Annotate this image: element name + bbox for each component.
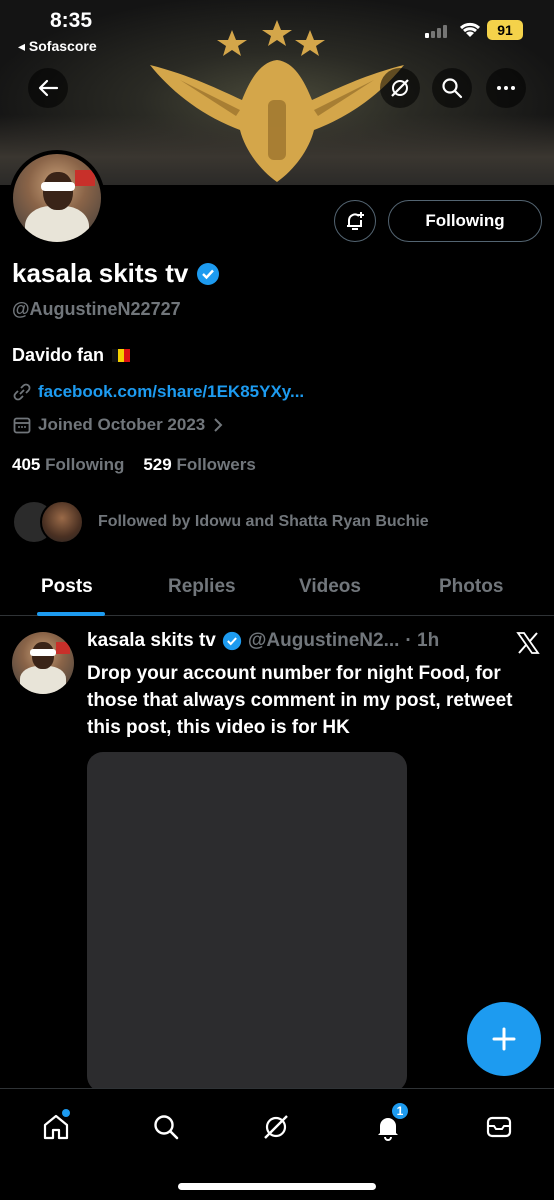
search-button[interactable] (432, 68, 472, 108)
following-count: 405 (12, 455, 41, 474)
grok-icon (391, 79, 409, 97)
compose-post-button[interactable] (467, 1002, 541, 1076)
nav-grok[interactable] (256, 1107, 296, 1147)
joined-text: Joined October 2023 (38, 415, 206, 434)
notification-bell-icon (347, 212, 364, 230)
more-button[interactable] (486, 68, 526, 108)
following-button[interactable]: Following (388, 200, 542, 242)
search-icon (442, 78, 463, 99)
followed-by-row[interactable]: Followed by Idowu and Shatta Ryan Buchie (12, 500, 429, 544)
link-icon (13, 383, 31, 401)
follow-counts: 405 Following 529 Followers (12, 455, 256, 475)
back-to-app-link[interactable]: ◂ Sofascore (18, 38, 97, 55)
search-icon (154, 1115, 179, 1140)
followers-label: Followers (176, 455, 256, 474)
post-time: · 1h (405, 630, 440, 651)
signal-icon (425, 24, 451, 38)
profile-handle: @AugustineN22727 (12, 299, 181, 319)
back-arrow-icon (38, 79, 59, 97)
nav-notifications[interactable]: 1 (368, 1101, 410, 1147)
post-author-handle: @AugustineN2... (247, 630, 400, 651)
followers-count-link[interactable]: 529 Followers (143, 455, 255, 474)
joined-date[interactable]: Joined October 2023 (12, 415, 225, 435)
followed-by-text: Followed by Idowu and Shatta Ryan Buchie (98, 513, 429, 530)
tab-replies[interactable]: Replies (168, 576, 236, 598)
notification-subscribe-button[interactable] (334, 200, 376, 242)
post-text: Drop your account number for night Food,… (87, 663, 513, 738)
tab-videos[interactable]: Videos (299, 576, 361, 598)
active-tab-indicator (37, 612, 105, 616)
home-indicator (178, 1183, 376, 1190)
battery-indicator: 91 (487, 20, 523, 40)
post-header: kasala skits tv @AugustineN2... · 1h (87, 630, 439, 652)
plus-icon (492, 1027, 516, 1051)
post-author-avatar[interactable] (12, 632, 74, 694)
verified-badge-icon (197, 262, 220, 285)
bio-text: Davido fan (12, 345, 105, 365)
x-logo-icon (516, 632, 540, 654)
profile-avatar[interactable] (9, 150, 105, 246)
grok-button[interactable] (380, 68, 420, 108)
mail-icon (486, 1116, 512, 1138)
follower-avatar (40, 500, 84, 544)
profile-name: kasala skits tv (12, 258, 220, 289)
wifi-icon (459, 22, 481, 37)
back-button[interactable] (28, 68, 68, 108)
verified-badge-icon (222, 631, 242, 651)
nav-home[interactable] (36, 1107, 76, 1147)
status-bar: 8:35 ◂ Sofascore 91 (0, 0, 554, 60)
tab-posts[interactable]: Posts (41, 576, 93, 598)
profile-website-link[interactable]: facebook.com/share/1EK85YXy... (12, 382, 304, 402)
belgium-flag-emoji (112, 349, 131, 362)
calendar-icon (13, 417, 31, 434)
profile-tabs: Posts Replies Videos Photos (0, 560, 554, 616)
nav-messages[interactable] (479, 1107, 519, 1147)
profile-bio: Davido fan (12, 345, 131, 366)
website-link-text[interactable]: facebook.com/share/1EK85YXy... (38, 382, 304, 402)
following-label: Following (45, 455, 125, 474)
chevron-right-icon (214, 418, 223, 432)
profile-name-text: kasala skits tv (12, 258, 189, 288)
grok-icon (264, 1115, 288, 1139)
more-icon (497, 86, 515, 90)
following-count-link[interactable]: 405 Following (12, 455, 124, 474)
nav-search[interactable] (146, 1107, 186, 1147)
notifications-badge: 1 (390, 1101, 410, 1121)
status-time: 8:35 (50, 9, 93, 32)
post-author-name[interactable]: kasala skits tv (87, 630, 216, 652)
post-video-media[interactable] (87, 752, 407, 1092)
tab-photos[interactable]: Photos (439, 576, 503, 598)
new-posts-dot (62, 1109, 70, 1117)
followers-count: 529 (143, 455, 172, 474)
